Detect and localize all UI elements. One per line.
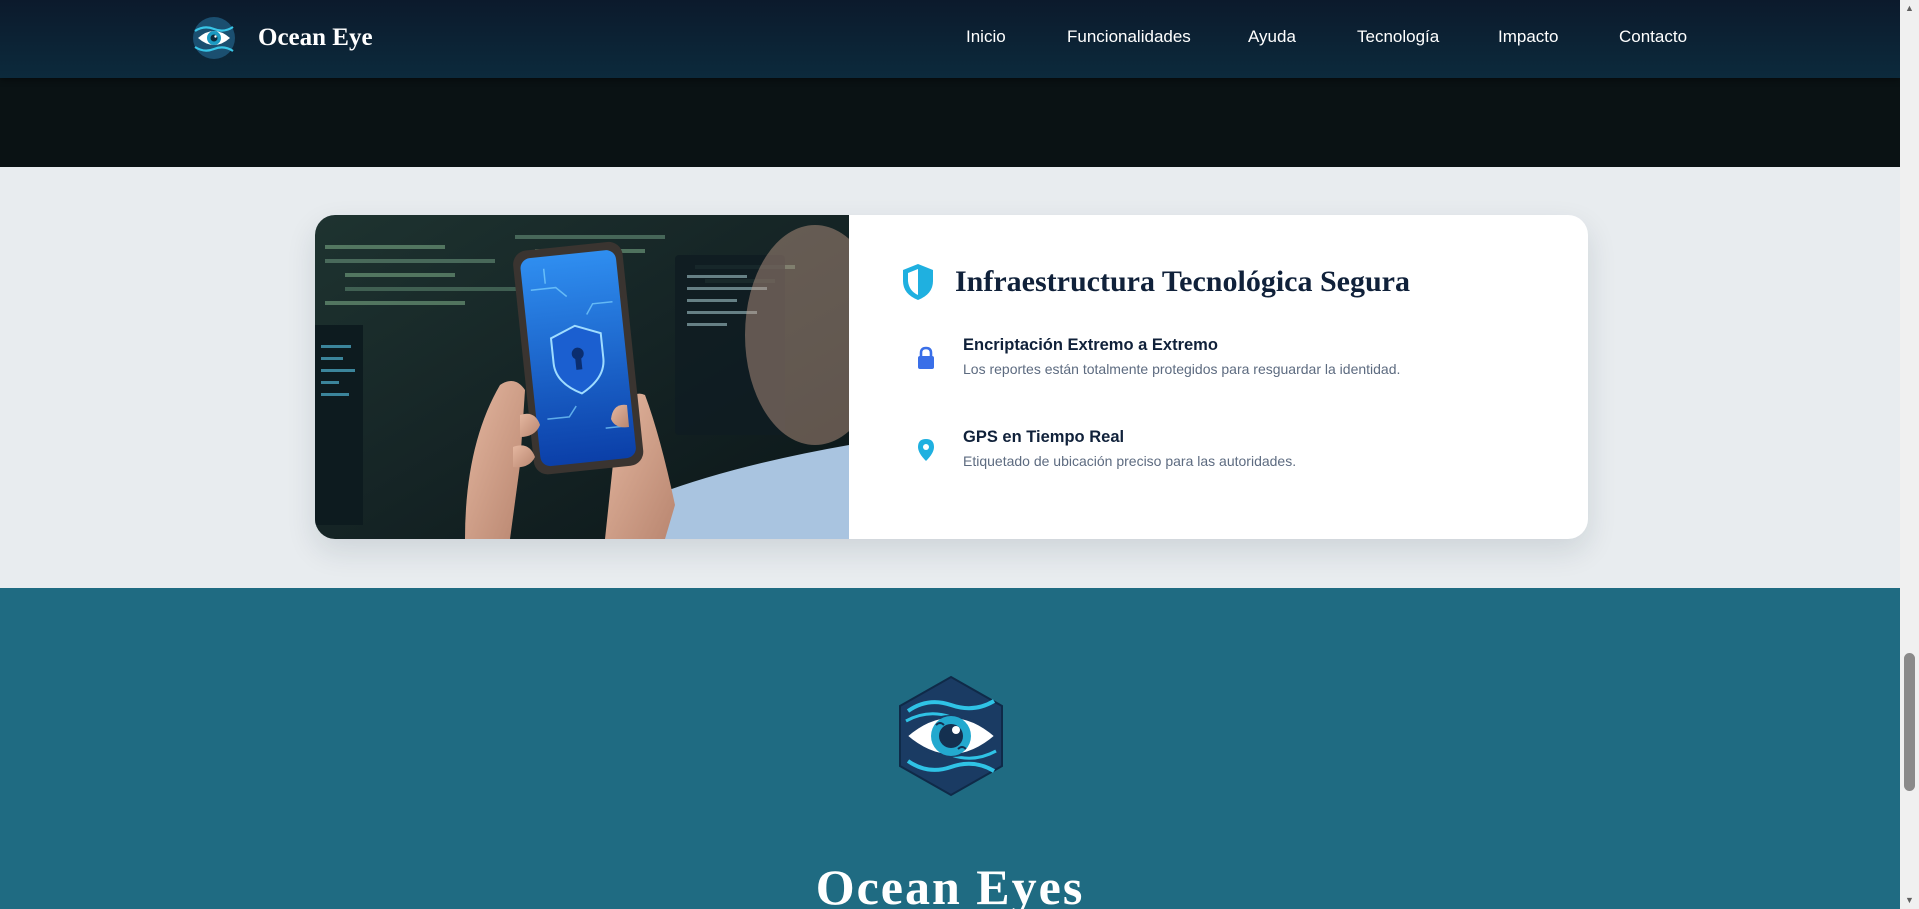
technology-section: Infraestructura Tecnológica Segura Encri…	[0, 167, 1900, 588]
ocean-eye-logo-icon	[193, 17, 235, 59]
scrollbar-thumb[interactable]	[1904, 653, 1915, 791]
feature-description: Etiquetado de ubicación preciso para las…	[963, 453, 1297, 469]
nav-link-contacto[interactable]: Contacto	[1619, 27, 1687, 47]
feature-text: Encriptación Extremo a Extremo Los repor…	[963, 336, 1400, 377]
page-scrollbar[interactable]: ▲ ▼	[1900, 0, 1919, 909]
nav-link-inicio[interactable]: Inicio	[966, 27, 1006, 47]
brand-name: Ocean Eye	[258, 24, 373, 51]
card-header: Infraestructura Tecnológica Segura	[901, 263, 1410, 301]
card-content: Infraestructura Tecnológica Segura Encri…	[849, 215, 1588, 539]
page: Ocean Eye Inicio Funcionalidades Ayuda T…	[0, 0, 1900, 909]
hero-bottom-band	[0, 78, 1900, 167]
navbar: Ocean Eye Inicio Funcionalidades Ayuda T…	[0, 0, 1900, 78]
brand-link[interactable]: Ocean Eye	[192, 16, 373, 60]
shield-icon	[903, 264, 933, 300]
ocean-eyes-logo-icon	[899, 675, 1003, 797]
feature-text: GPS en Tiempo Real Etiquetado de ubicaci…	[963, 428, 1296, 469]
lock-icon	[918, 346, 934, 369]
feature-description: Los reportes están totalmente protegidos…	[963, 361, 1401, 377]
nav-link-funcionalidades[interactable]: Funcionalidades	[1067, 27, 1191, 47]
scroll-up-arrow-icon[interactable]: ▲	[1900, 0, 1919, 17]
footer-section: Ocean Eyes	[0, 588, 1900, 909]
phone-security-image	[315, 215, 849, 539]
nav-link-ayuda[interactable]: Ayuda	[1248, 27, 1296, 47]
map-pin-icon	[918, 439, 934, 461]
feature-title: GPS en Tiempo Real	[963, 428, 1125, 446]
feature-item-gps: GPS en Tiempo Real Etiquetado de ubicaci…	[915, 428, 1296, 469]
feature-title: Encriptación Extremo a Extremo	[963, 336, 1218, 354]
secure-infrastructure-card: Infraestructura Tecnológica Segura Encri…	[315, 215, 1588, 539]
feature-item-encryption: Encriptación Extremo a Extremo Los repor…	[915, 336, 1400, 377]
footer-title: Ocean Eyes	[815, 859, 1085, 909]
nav-link-tecnologia[interactable]: Tecnología	[1357, 27, 1439, 47]
scroll-down-arrow-icon[interactable]: ▼	[1900, 892, 1919, 909]
card-title: Infraestructura Tecnológica Segura	[955, 265, 1410, 298]
nav-link-impacto[interactable]: Impacto	[1498, 27, 1558, 47]
